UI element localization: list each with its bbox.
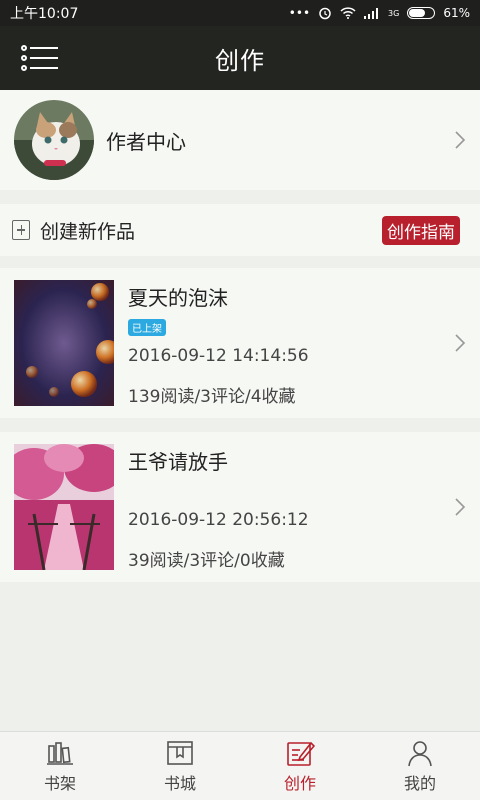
status-time: 上午10:07 (10, 6, 79, 22)
list-menu-icon[interactable] (20, 44, 60, 72)
work-meta: 夏天的泡沫 已上架 2016-09-12 14:14:56 139阅读/3评论/… (128, 280, 466, 407)
bubbles-cover (14, 280, 114, 406)
tab-label: 书城 (163, 774, 196, 793)
published-badge: 已上架 (128, 319, 166, 336)
cat-avatar (14, 100, 94, 180)
tab-profile[interactable]: 我的 (360, 732, 480, 800)
work-stats: 139阅读/3评论/4收藏 (128, 387, 296, 407)
status-icons: ••• 3G 61% (289, 6, 470, 20)
page-title: 创作 (215, 46, 265, 75)
tab-write[interactable]: 创作 (240, 732, 360, 800)
tab-bookshelf[interactable]: 书架 (0, 732, 120, 800)
battery-icon (407, 7, 436, 19)
pink-trees-cover (14, 444, 114, 570)
create-new-work-label: 创建新作品 (40, 220, 136, 243)
app-header: 创作 (0, 26, 480, 90)
alarm-icon (319, 7, 331, 20)
chevron-right-icon (455, 131, 466, 149)
bookshelf-icon (47, 742, 73, 765)
work-date: 2016-09-12 20:56:12 (128, 510, 309, 530)
signal-icon (364, 8, 379, 19)
status-bar: 上午10:07 ••• 3G 61% (0, 0, 480, 26)
tab-bookstore[interactable]: 书城 (120, 732, 240, 800)
network-type: 3G (388, 8, 400, 18)
wifi-icon (340, 7, 356, 19)
writing-guide-button[interactable]: 创作指南 (382, 216, 460, 245)
tab-label: 创作 (283, 774, 316, 793)
work-title: 王爷请放手 (128, 450, 228, 474)
tab-label: 书架 (43, 774, 76, 793)
create-new-work-row[interactable]: 创建新作品 创作指南 (0, 204, 480, 256)
more-dots-icon: ••• (288, 6, 311, 20)
work-date: 2016-09-12 14:14:56 (128, 346, 309, 366)
chevron-right-icon (455, 334, 466, 352)
chevron-right-icon (455, 498, 466, 516)
battery-percent: 61% (443, 6, 470, 20)
profile-icon (408, 741, 432, 767)
work-item[interactable]: 夏天的泡沫 已上架 2016-09-12 14:14:56 139阅读/3评论/… (0, 268, 480, 418)
bottom-tab-bar: 书架 书城 创作 我的 (0, 731, 480, 800)
content: 作者中心 创建新作品 创作指南 夏天的泡沫 已上架 2016-09-12 14:… (0, 90, 480, 582)
work-meta: 王爷请放手 2016-09-12 20:56:12 39阅读/3评论/0收藏 (128, 444, 466, 571)
work-item[interactable]: 王爷请放手 2016-09-12 20:56:12 39阅读/3评论/0收藏 (0, 432, 480, 582)
work-title: 夏天的泡沫 (128, 286, 228, 310)
author-center-label: 作者中心 (106, 129, 186, 154)
tab-label: 我的 (403, 774, 436, 793)
work-stats: 39阅读/3评论/0收藏 (128, 551, 285, 571)
bookstore-icon (167, 741, 193, 765)
write-icon (287, 741, 315, 766)
add-document-icon (12, 220, 30, 240)
author-center-row[interactable]: 作者中心 (0, 90, 480, 190)
